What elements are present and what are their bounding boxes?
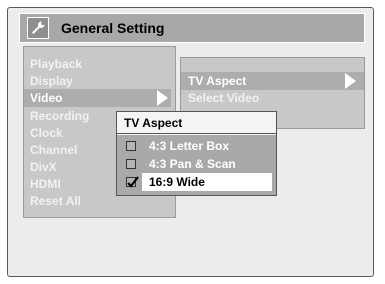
- popup-title: TV Aspect: [117, 112, 276, 134]
- option-label: 16:9 Wide: [149, 175, 205, 189]
- title-bar: General Setting: [19, 13, 365, 43]
- menu-item-video[interactable]: Video: [24, 89, 171, 107]
- menu-item-divx[interactable]: DivX: [30, 158, 57, 176]
- menu-item-hdmi[interactable]: HDMI: [30, 175, 61, 193]
- submenu-arrow-icon: [345, 73, 356, 89]
- checkbox-checked-icon[interactable]: [126, 176, 139, 188]
- menu-item-channel[interactable]: Channel: [30, 141, 77, 159]
- option-pan-scan[interactable]: 4:3 Pan & Scan: [117, 155, 276, 173]
- wrench-icon: [27, 17, 49, 39]
- tv-aspect-popup: TV Aspect 4:3 Letter Box 4:3 Pan & Scan …: [116, 111, 277, 196]
- menu-item-reset-all[interactable]: Reset All: [30, 192, 81, 210]
- checkbox-unchecked-icon[interactable]: [126, 159, 136, 169]
- checkbox-unchecked-icon[interactable]: [126, 141, 136, 151]
- option-label: 4:3 Pan & Scan: [149, 157, 236, 171]
- option-label: 4:3 Letter Box: [149, 139, 230, 153]
- option-16-9-wide[interactable]: 16:9 Wide: [117, 173, 276, 191]
- popup-options: 4:3 Letter Box 4:3 Pan & Scan 16:9 Wide: [117, 135, 276, 195]
- option-letter-box[interactable]: 4:3 Letter Box: [117, 137, 276, 155]
- menu-item-display[interactable]: Display: [30, 72, 73, 90]
- submenu-item-select-video[interactable]: Select Video: [188, 89, 259, 107]
- submenu-arrow-icon: [157, 90, 168, 106]
- menu-item-playback[interactable]: Playback: [30, 55, 82, 73]
- menu-item-recording[interactable]: Recording: [30, 107, 89, 125]
- submenu-item-tv-aspect[interactable]: TV Aspect: [181, 72, 364, 90]
- menu-item-clock[interactable]: Clock: [30, 124, 63, 142]
- page-title: General Setting: [61, 20, 165, 36]
